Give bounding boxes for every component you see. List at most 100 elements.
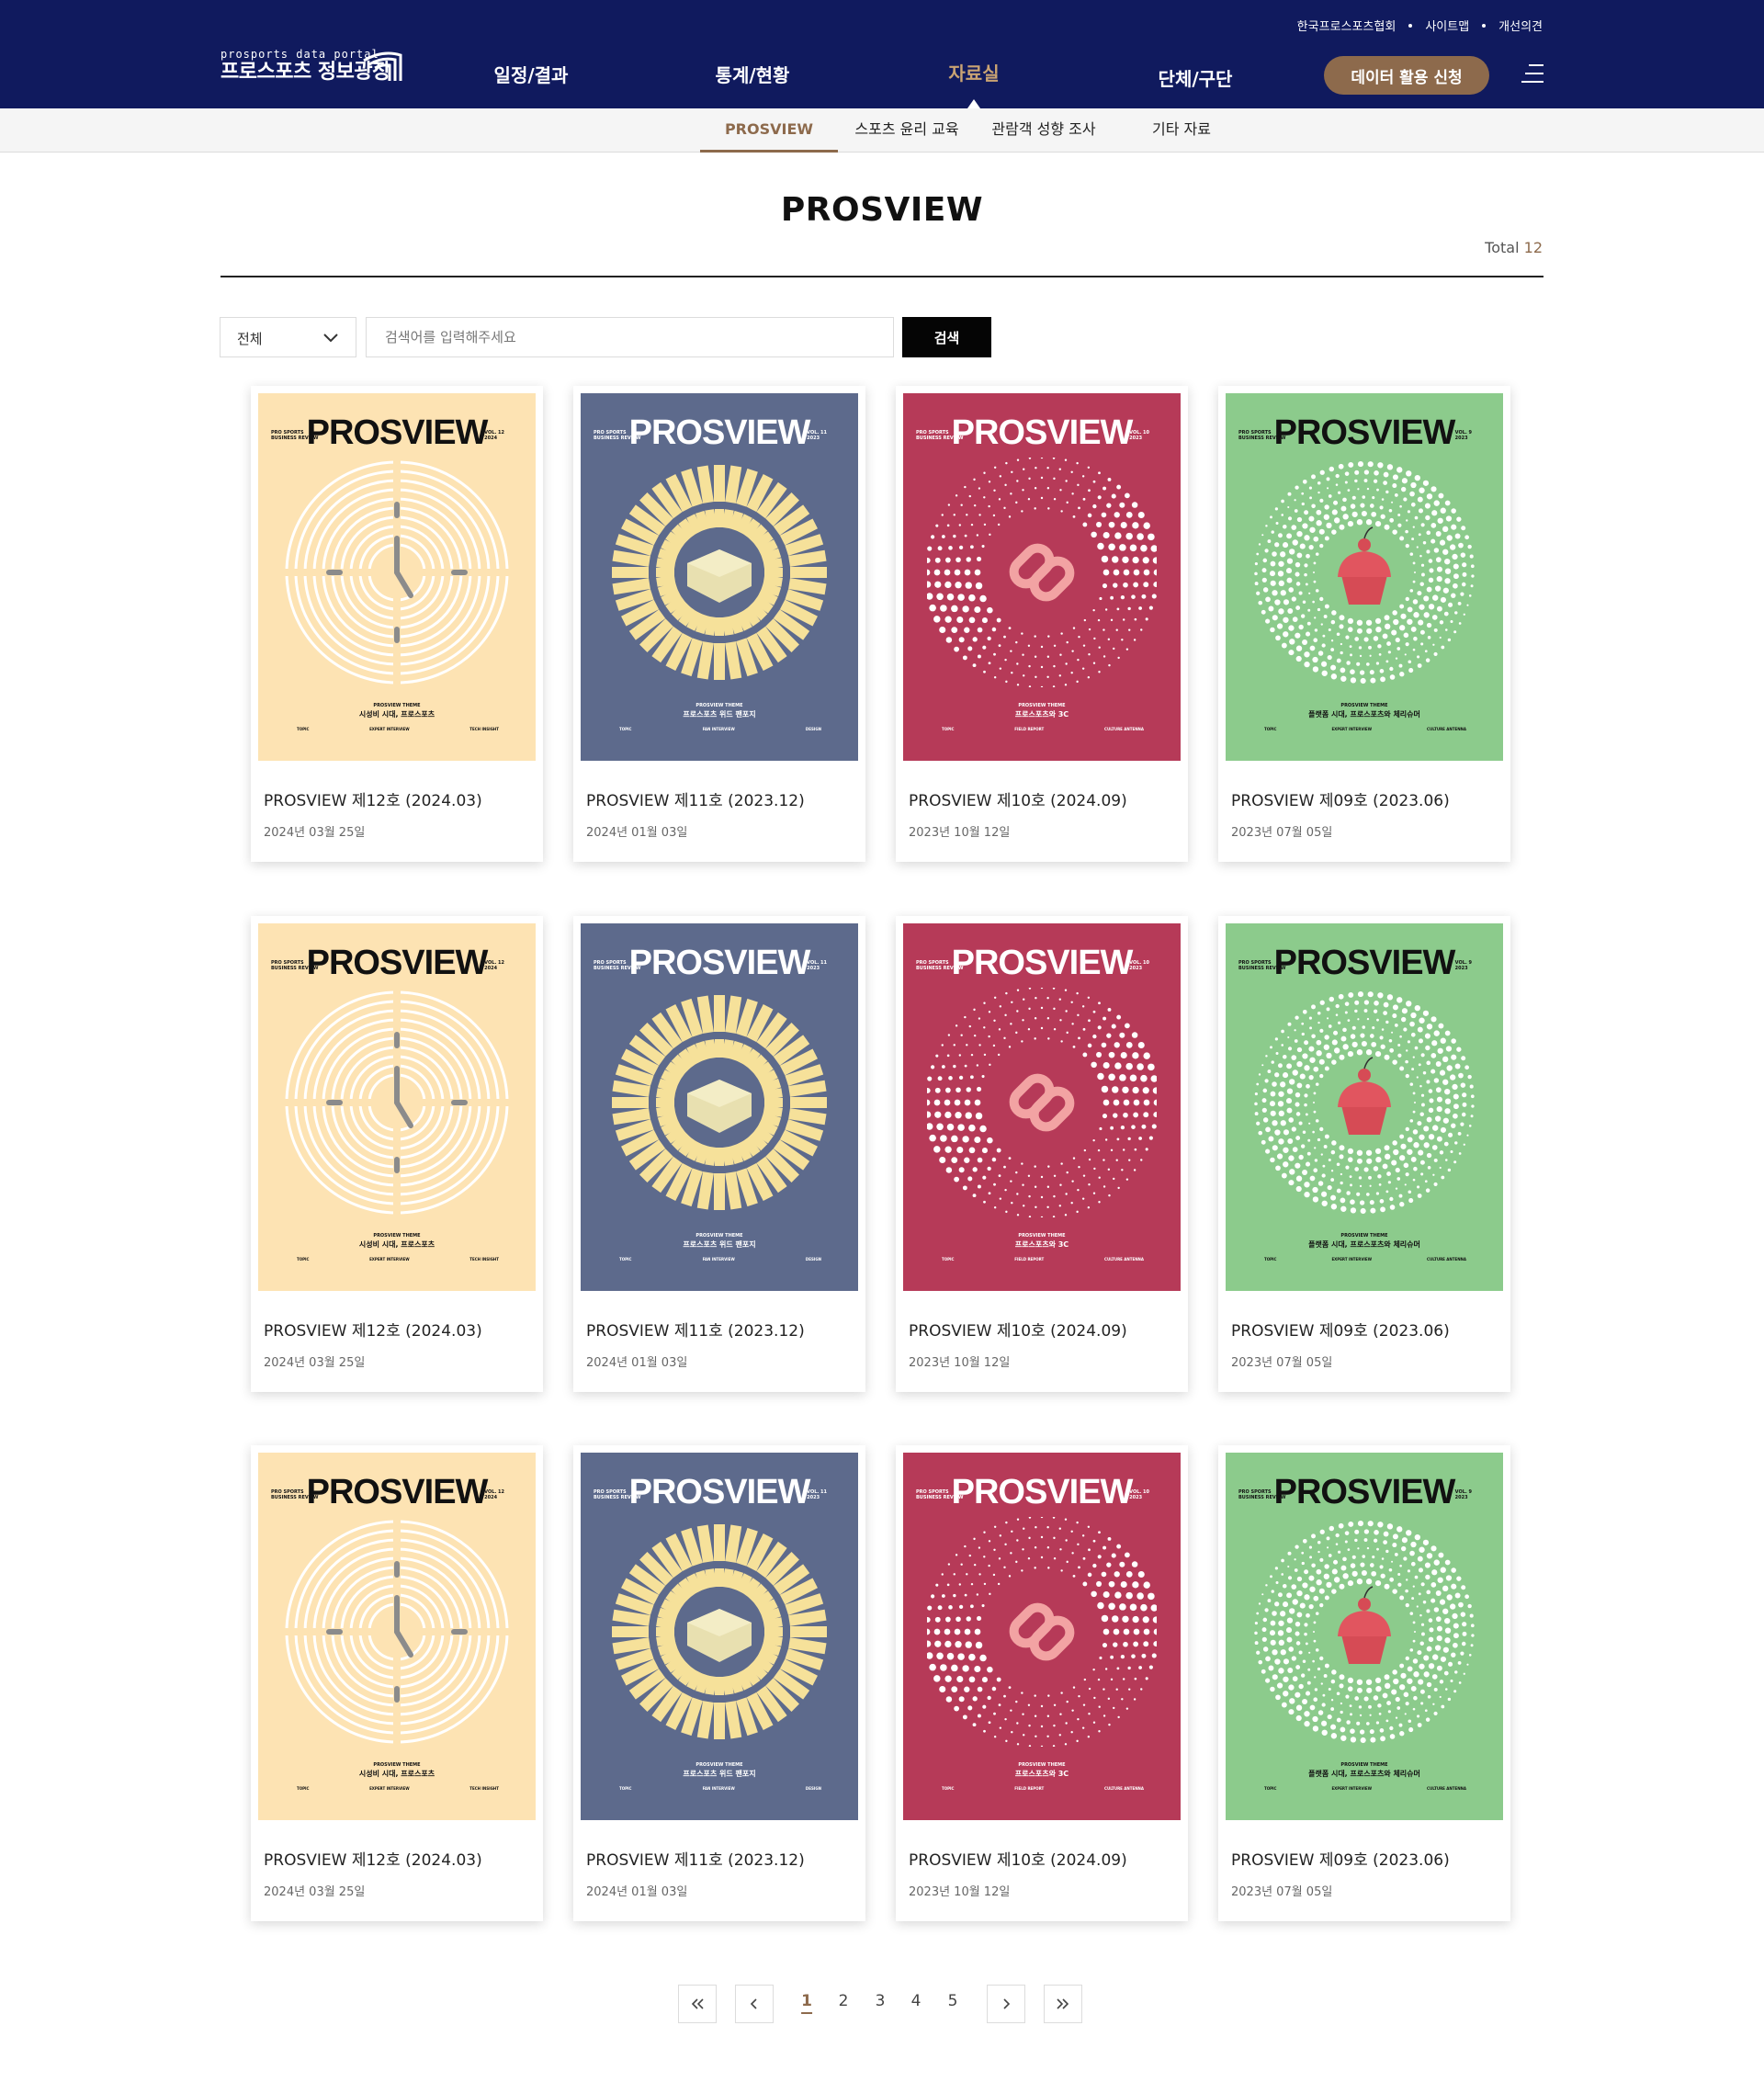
subnav-audience-survey[interactable]: 관람객 성향 조사 (991, 108, 1095, 153)
publication-card[interactable]: PRO SPORTS BUSINESS REVIEW PROSVIEW VOL. … (573, 916, 865, 1392)
active-nav-caret (967, 99, 980, 108)
chevron-down-icon (323, 334, 338, 343)
cover-image: PRO SPORTS BUSINESS REVIEW PROSVIEW VOL. … (903, 1453, 1181, 1820)
card-title: PROSVIEW 제12호 (2024.03) (264, 1851, 482, 1870)
card-title: PROSVIEW 제09호 (2023.06) (1231, 1851, 1450, 1870)
publication-card[interactable]: PRO SPORTS BUSINESS REVIEW PROSVIEW VOL. … (896, 386, 1188, 862)
cover-theme-heading: PROSVIEW THEME (373, 1233, 421, 1239)
page-4[interactable]: 4 (911, 1992, 922, 2010)
cover-image: PRO SPORTS BUSINESS REVIEW PROSVIEW VOL. … (258, 923, 536, 1291)
cover-sections: TOPIC EXPERT INTERVIEW CULTURE ANTENNA (1264, 1786, 1466, 1791)
cover-theme-heading: PROSVIEW THEME (695, 1233, 743, 1239)
cover-theme: 시성비 시대, 프로스포츠 (358, 1240, 435, 1249)
cover-theme: 프로스포츠와 3C (1014, 710, 1069, 719)
cover-theme-heading: PROSVIEW THEME (1340, 1762, 1388, 1768)
card-title: PROSVIEW 제10호 (2024.09) (909, 1322, 1127, 1341)
nav-statistics[interactable]: 통계/현황 (716, 61, 790, 87)
cover-sections: TOPIC EXPERT INTERVIEW CULTURE ANTENNA (1264, 727, 1466, 731)
cover-theme-heading: PROSVIEW THEME (1018, 1762, 1066, 1768)
card-title: PROSVIEW 제12호 (2024.03) (264, 792, 482, 810)
chain-link-icon (927, 988, 1157, 1217)
page-5[interactable]: 5 (948, 1992, 958, 2010)
publication-card[interactable]: PRO SPORTS BUSINESS REVIEW PROSVIEW VOL. … (1218, 1445, 1510, 1921)
cover-image: PRO SPORTS BUSINESS REVIEW PROSVIEW VOL. … (1226, 393, 1503, 761)
cover-sections: TOPIC FAN INTERVIEW DESIGN (619, 727, 821, 731)
cover-sections: TOPIC EXPERT INTERVIEW TECH INSIGHT (297, 1257, 499, 1262)
publication-card[interactable]: PRO SPORTS BUSINESS REVIEW PROSVIEW VOL. … (896, 1445, 1188, 1921)
first-page-icon[interactable] (678, 1985, 717, 2023)
search-button[interactable]: 검색 (902, 317, 991, 357)
card-date: 2023년 07월 05일 (1231, 1356, 1333, 1370)
cover-image: PRO SPORTS BUSINESS REVIEW PROSVIEW VOL. … (258, 393, 536, 761)
cover-image: PRO SPORTS BUSINESS REVIEW PROSVIEW VOL. … (581, 1453, 858, 1820)
cover-volume: VOL. 9 2023 (1454, 430, 1472, 441)
cover-theme-heading: PROSVIEW THEME (1018, 1233, 1066, 1239)
publication-card[interactable]: PRO SPORTS BUSINESS REVIEW PROSVIEW VOL. … (573, 1445, 865, 1921)
cover-theme-heading: PROSVIEW THEME (695, 703, 743, 708)
util-link-sitemap[interactable]: 사이트맵 (1425, 17, 1469, 34)
page-1[interactable]: 1 (801, 1992, 812, 2014)
page-2[interactable]: 2 (839, 1992, 849, 2010)
clock-icon (282, 1517, 512, 1747)
subnav-other-materials[interactable]: 기타 자료 (1152, 108, 1211, 153)
cover-image: PRO SPORTS BUSINESS REVIEW PROSVIEW VOL. … (1226, 923, 1503, 1291)
cover-theme-heading: PROSVIEW THEME (373, 703, 421, 708)
publication-card[interactable]: PRO SPORTS BUSINESS REVIEW PROSVIEW VOL. … (573, 386, 865, 862)
cover-volume: VOL. 11 2023 (807, 960, 827, 971)
search-category-select[interactable]: 전체 (220, 317, 356, 357)
card-date: 2024년 03월 25일 (264, 1356, 366, 1370)
util-link-kpsa[interactable]: 한국프로스포츠협회 (1297, 17, 1396, 34)
cover-volume: VOL. 10 2023 (1129, 430, 1149, 441)
nav-schedule[interactable]: 일정/결과 (494, 61, 569, 87)
cover-theme: 프로스포츠와 3C (1014, 1770, 1069, 1778)
publication-card[interactable]: PRO SPORTS BUSINESS REVIEW PROSVIEW VOL. … (1218, 916, 1510, 1392)
subnav-ethics-education[interactable]: 스포츠 윤리 교육 (854, 108, 958, 153)
card-title: PROSVIEW 제11호 (2023.12) (586, 1322, 805, 1341)
card-title: PROSVIEW 제12호 (2024.03) (264, 1322, 482, 1341)
publication-card[interactable]: PRO SPORTS BUSINESS REVIEW PROSVIEW VOL. … (251, 1445, 543, 1921)
site-header: 한국프로스포츠협회 사이트맵 개선의견 prosports data porta… (0, 0, 1764, 108)
cover-theme: 시성비 시대, 프로스포츠 (358, 710, 435, 719)
chain-link-icon (927, 458, 1157, 687)
chain-link-icon (927, 1517, 1157, 1747)
card-title: PROSVIEW 제10호 (2024.09) (909, 1851, 1127, 1870)
cover-theme-heading: PROSVIEW THEME (1340, 1233, 1388, 1239)
util-link-feedback[interactable]: 개선의견 (1498, 17, 1543, 34)
publication-card[interactable]: PRO SPORTS BUSINESS REVIEW PROSVIEW VOL. … (251, 386, 543, 862)
cover-sections: TOPIC EXPERT INTERVIEW CULTURE ANTENNA (1264, 1257, 1466, 1262)
cover-theme-heading: PROSVIEW THEME (1018, 703, 1066, 708)
cover-sections: TOPIC FIELD REPORT CULTURE ANTENNA (942, 1786, 1144, 1791)
main-nav: 일정/결과 통계/현황 자료실 단체/구단 (0, 59, 1764, 91)
card-date: 2024년 01월 03일 (586, 826, 688, 840)
cover-volume: VOL. 9 2023 (1454, 1489, 1472, 1500)
publication-card[interactable]: PRO SPORTS BUSINESS REVIEW PROSVIEW VOL. … (251, 916, 543, 1392)
cover-image: PRO SPORTS BUSINESS REVIEW PROSVIEW VOL. … (1226, 1453, 1503, 1820)
next-page-icon[interactable] (987, 1985, 1025, 2023)
cupcake-icon (1254, 461, 1475, 685)
card-date: 2024년 03월 25일 (264, 1885, 366, 1899)
nav-organizations[interactable]: 단체/구단 (1159, 64, 1233, 91)
total-number: 12 (1523, 239, 1543, 256)
publication-card[interactable]: PRO SPORTS BUSINESS REVIEW PROSVIEW VOL. … (1218, 386, 1510, 862)
lego-brick-icon (612, 995, 827, 1210)
cover-volume: VOL. 11 2023 (807, 430, 827, 441)
cover-sections: TOPIC FAN INTERVIEW DESIGN (619, 1257, 821, 1262)
hamburger-menu-icon[interactable] (1521, 64, 1544, 85)
card-title: PROSVIEW 제11호 (2023.12) (586, 792, 805, 810)
nav-archive[interactable]: 자료실 (948, 59, 999, 85)
data-apply-button[interactable]: 데이터 활용 신청 (1324, 56, 1489, 95)
cover-volume: VOL. 12 2024 (484, 1489, 504, 1500)
page-3[interactable]: 3 (876, 1992, 886, 2010)
last-page-icon[interactable] (1044, 1985, 1082, 2023)
card-title: PROSVIEW 제11호 (2023.12) (586, 1851, 805, 1870)
cover-theme: 플랫폼 시대, 프로스포츠와 체리슈머 (1308, 710, 1420, 719)
lego-brick-icon (612, 465, 827, 680)
cover-theme: 플랫폼 시대, 프로스포츠와 체리슈머 (1308, 1770, 1420, 1778)
cover-theme: 시성비 시대, 프로스포츠 (358, 1770, 435, 1778)
subnav-prosview[interactable]: PROSVIEW (725, 108, 813, 153)
cover-image: PRO SPORTS BUSINESS REVIEW PROSVIEW VOL. … (581, 923, 858, 1291)
cover-volume: VOL. 11 2023 (807, 1489, 827, 1500)
search-input[interactable] (366, 317, 894, 357)
prev-page-icon[interactable] (735, 1985, 774, 2023)
publication-card[interactable]: PRO SPORTS BUSINESS REVIEW PROSVIEW VOL. … (896, 916, 1188, 1392)
